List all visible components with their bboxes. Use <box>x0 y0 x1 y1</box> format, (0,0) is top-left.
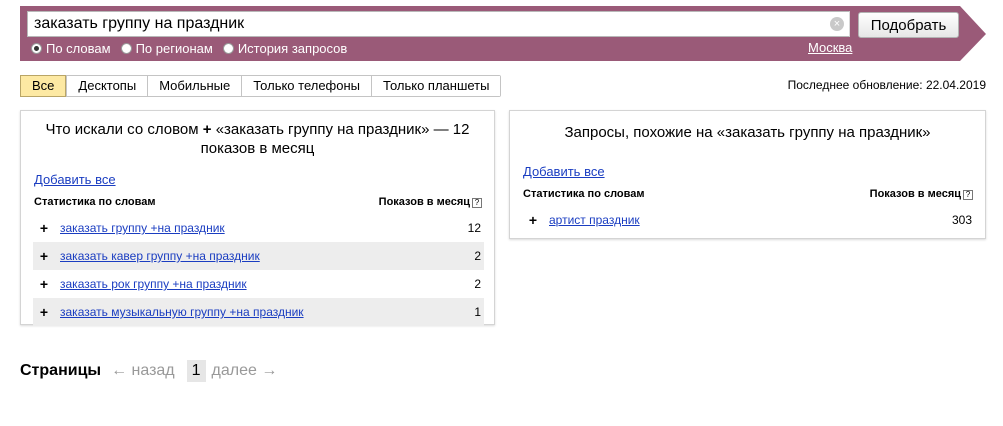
impressions-count: 2 <box>474 249 481 263</box>
clear-icon[interactable]: × <box>830 17 844 31</box>
radio-icon <box>222 43 234 54</box>
column-count-label: Показов в месяц <box>869 188 961 200</box>
column-count: Показов в месяц? <box>870 188 973 200</box>
search-header: × Подобрать По словам По регионам Истори… <box>20 6 986 61</box>
panel-title: Запросы, похожие на «заказать группу на … <box>564 124 931 141</box>
next-page-link: далее → <box>211 362 278 379</box>
search-stats-panel: Что искали со словом + «заказать группу … <box>20 110 495 326</box>
add-all-link[interactable]: Добавить все <box>34 172 116 187</box>
tab-mobile[interactable]: Мобильные <box>147 76 242 96</box>
impressions-count: 2 <box>474 277 481 291</box>
title-text: Что искали со словом <box>45 121 199 138</box>
phrase-link[interactable]: заказать группу +на праздник <box>55 221 468 235</box>
title-text: «заказать группу на праздник» — 12 показ… <box>200 121 470 157</box>
phrase-link[interactable]: артист праздник <box>544 213 952 227</box>
add-phrase-icon[interactable]: + <box>33 220 55 236</box>
submit-button[interactable]: Подобрать <box>858 12 959 38</box>
mode-label: История запросов <box>237 41 348 56</box>
search-mode-group: По словам По регионам История запросов <box>31 41 347 56</box>
phrase-link[interactable]: заказать рок группу +на праздник <box>55 277 474 291</box>
radio-icon <box>120 43 132 54</box>
radio-checked-icon <box>31 43 42 54</box>
mode-label: По словам <box>46 41 111 56</box>
tab-tablets-only[interactable]: Только планшеты <box>371 76 501 96</box>
mode-label: По регионам <box>135 41 213 56</box>
mode-by-words[interactable]: По словам <box>31 41 111 56</box>
region-link[interactable]: Москва <box>808 40 852 55</box>
panel-title: Что искали со словом + «заказать группу … <box>21 111 494 158</box>
phrase-link[interactable]: заказать кавер группу +на праздник <box>55 249 474 263</box>
add-phrase-icon[interactable]: + <box>33 304 55 320</box>
table-header: Статистика по словам Показов в месяц? <box>523 188 973 200</box>
tab-desktops[interactable]: Десктопы <box>66 76 148 96</box>
search-input[interactable] <box>28 12 818 36</box>
plus-icon: + <box>202 121 212 138</box>
search-box: × <box>27 11 850 37</box>
table-row: + заказать группу +на праздник 12 <box>33 214 484 242</box>
add-phrase-icon[interactable]: + <box>33 248 55 264</box>
tab-all[interactable]: Все <box>20 75 67 97</box>
current-page: 1 <box>186 360 206 382</box>
pagination: Страницы ← назад 1 далее → <box>20 360 289 382</box>
phrase-link[interactable]: заказать музыкальную группу +на праздник <box>55 305 474 319</box>
impressions-count: 12 <box>467 221 481 235</box>
column-words: Статистика по словам <box>34 196 156 208</box>
pagination-title: Страницы <box>20 362 102 379</box>
table-row: + артист праздник 303 <box>522 206 975 234</box>
column-count-label: Показов в месяц <box>378 196 470 208</box>
device-tabs: Все Десктопы Мобильные Только телефоны Т… <box>20 75 502 97</box>
tab-phones-only[interactable]: Только телефоны <box>241 76 372 96</box>
table-row: + заказать кавер группу +на праздник 2 <box>33 242 484 270</box>
stats-table: + артист праздник 303 <box>522 206 975 234</box>
mode-history[interactable]: История запросов <box>222 41 348 56</box>
help-icon[interactable]: ? <box>472 198 482 208</box>
prev-page-link: ← назад <box>111 362 175 379</box>
last-update: Последнее обновление: 22.04.2019 <box>787 78 986 92</box>
column-count: Показов в месяц? <box>379 196 482 208</box>
table-row: + заказать рок группу +на праздник 2 <box>33 270 484 298</box>
add-all-link[interactable]: Добавить все <box>523 164 605 179</box>
table-header: Статистика по словам Показов в месяц? <box>34 196 482 208</box>
column-words: Статистика по словам <box>523 188 645 200</box>
help-icon[interactable]: ? <box>963 190 973 200</box>
similar-queries-panel: Запросы, похожие на «заказать группу на … <box>509 110 986 239</box>
impressions-count: 303 <box>951 213 972 227</box>
mode-by-regions[interactable]: По регионам <box>120 41 213 56</box>
table-row: + заказать музыкальную группу +на праздн… <box>33 298 484 326</box>
add-phrase-icon[interactable]: + <box>522 212 544 228</box>
impressions-count: 1 <box>474 305 481 319</box>
add-phrase-icon[interactable]: + <box>33 276 55 292</box>
stats-table: + заказать группу +на праздник 12 + зака… <box>33 214 484 326</box>
